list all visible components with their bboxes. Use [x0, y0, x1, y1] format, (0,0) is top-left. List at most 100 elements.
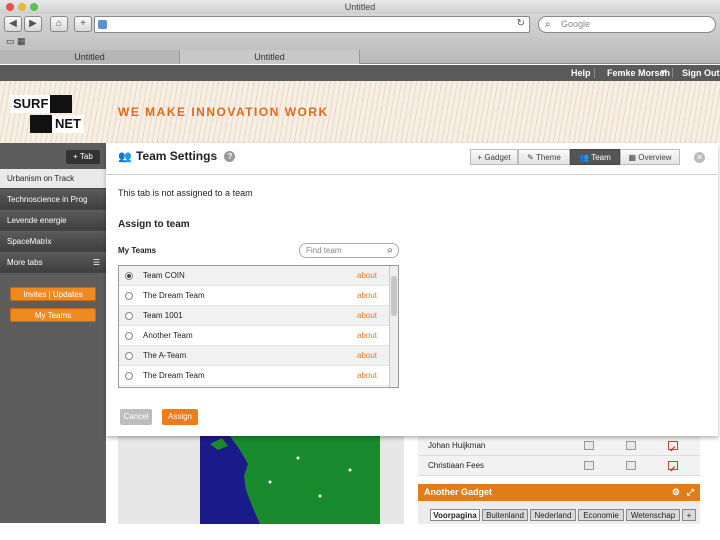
logo-text-bottom: NET [52, 115, 84, 133]
reading-list-icon[interactable]: ▭ ▦ [6, 36, 26, 47]
gadget-tab-buitenland[interactable]: Buitenland [482, 509, 528, 521]
team-name: Team COIN [143, 271, 185, 280]
checkbox[interactable] [584, 461, 594, 470]
browser-tab-1[interactable]: Untitled [0, 50, 180, 64]
radio-button[interactable] [125, 372, 133, 380]
close-icon[interactable]: ✕ [694, 152, 705, 163]
scrollbar-thumb[interactable] [391, 276, 397, 316]
browser-toolbar: ◀ ▶ ⌂ + ↻ ⌕ Google ▭ ▦ Untitled Untitled [0, 14, 720, 64]
help-icon[interactable]: ? [224, 151, 236, 163]
list-item[interactable]: Another Team about [119, 326, 389, 346]
header-banner: SURF NET WE MAKE INNOVATION WORK [0, 81, 720, 143]
sidebar-item-urbanism[interactable]: Urbanism on Track [0, 169, 106, 189]
brush-icon: ✎ [527, 153, 536, 162]
tab-add-gadget[interactable]: + Gadget [470, 149, 518, 165]
list-item[interactable]: Team COIN about [119, 266, 389, 286]
unassigned-message: This tab is not assigned to a team [118, 188, 253, 198]
zoom-window-icon[interactable] [30, 3, 38, 11]
map-gadget [118, 436, 404, 524]
minimize-window-icon[interactable] [18, 3, 26, 11]
team-name: The Dream Team [143, 291, 205, 300]
add-tab-button[interactable]: + Tab [66, 150, 100, 164]
nav-divider [672, 68, 673, 78]
sidebar-item-spacematrix[interactable]: SpaceMatrix [0, 232, 106, 252]
about-link[interactable]: about [357, 366, 377, 386]
radio-button[interactable] [125, 312, 133, 320]
tab-overview-label: Overview [638, 153, 672, 162]
tab-overview[interactable]: ▦ Overview [620, 149, 680, 165]
home-button[interactable]: ⌂ [50, 16, 68, 32]
another-gadget: Another Gadget ⚙ ⤢ Voorpagina Buitenland… [418, 484, 700, 524]
gadget-tab-economie[interactable]: Economie [578, 509, 624, 521]
sidebar-item-technoscience[interactable]: Technoscience in Prog [0, 190, 106, 210]
list-item[interactable]: The Dream Team about [119, 286, 389, 306]
close-window-icon[interactable] [6, 3, 14, 11]
gadget-add-tab-button[interactable]: + [682, 509, 696, 521]
team-list[interactable]: Team COIN about The Dream Team about Team 10… [118, 265, 399, 388]
list-item[interactable]: The Dream Team about [119, 366, 389, 386]
sidebar-item-more-tabs[interactable]: More tabs ☰ [0, 253, 106, 273]
radio-button[interactable] [125, 352, 133, 360]
gadget-tab-voorpagina[interactable]: Voorpagina [430, 509, 480, 521]
surfnet-logo[interactable]: SURF NET [10, 89, 102, 137]
gadget-tab-nederland[interactable]: Nederland [530, 509, 576, 521]
dialog-title-text: Team Settings [136, 149, 218, 163]
expand-icon[interactable]: ⤢ [687, 484, 694, 501]
tagline: WE MAKE INNOVATION WORK [118, 105, 329, 119]
sign-out-link[interactable]: Sign Out [682, 65, 720, 81]
tab-theme[interactable]: ✎ Theme [518, 149, 570, 165]
tab-team[interactable]: 👥 Team [570, 149, 620, 165]
address-bar[interactable]: ↻ [94, 16, 530, 33]
assign-heading: Assign to team [118, 219, 190, 230]
team-settings-dialog: 👥 Team Settings ? + Gadget ✎ Theme 👥 Tea… [106, 143, 718, 436]
about-link[interactable]: about [357, 346, 377, 366]
people-list: Johan Huijkman Christiaan Fees [418, 436, 700, 479]
gadget-header: Another Gadget ⚙ ⤢ [418, 484, 700, 501]
team-name: The Dream Team [143, 371, 205, 380]
about-link[interactable]: about [357, 306, 377, 326]
list-scrollbar[interactable] [389, 266, 398, 387]
tab-label: Untitled [254, 52, 285, 62]
chevron-down-icon[interactable]: ▼ [659, 65, 667, 81]
map-graphic [200, 436, 380, 524]
my-teams-button[interactable]: My Teams [10, 308, 96, 322]
find-team-input[interactable]: Find team ⌕ [299, 243, 399, 258]
tab-theme-label: Theme [535, 153, 561, 162]
radio-button[interactable] [125, 292, 133, 300]
radio-button[interactable] [125, 332, 133, 340]
table-row: Christiaan Fees [418, 456, 700, 479]
about-link[interactable]: about [357, 266, 377, 286]
gadget-tab-wetenschap[interactable]: Wetenschap [626, 509, 680, 521]
checkbox[interactable] [626, 441, 636, 450]
list-item[interactable]: Team 1001 about [119, 306, 389, 326]
radio-button[interactable] [125, 272, 133, 280]
grid-icon: ▦ [628, 153, 639, 162]
invites-updates-button[interactable]: Invites | Updates [10, 287, 96, 301]
nav-divider [594, 68, 595, 78]
checkbox[interactable] [626, 461, 636, 470]
sidebar-item-levende-energie[interactable]: Levende energie [0, 211, 106, 231]
new-tab-button[interactable]: + [74, 16, 92, 32]
reload-icon[interactable]: ↻ [517, 18, 525, 29]
about-link[interactable]: about [357, 286, 377, 306]
team-name: Team 1001 [143, 311, 183, 320]
search-field[interactable]: ⌕ Google [538, 16, 716, 33]
browser-tab-2[interactable]: Untitled [180, 50, 360, 64]
gear-icon[interactable]: ⚙ [672, 484, 680, 501]
left-sidebar: + Tab Urbanism on Track Technoscience in… [0, 143, 106, 523]
checkbox-checked[interactable] [668, 459, 678, 479]
top-navigation: Help Femke Morsch ▼ Sign Out [0, 65, 720, 81]
search-icon: ⌕ [545, 19, 551, 30]
back-button[interactable]: ◀ [4, 16, 22, 32]
list-item[interactable]: The A-Team about [119, 346, 389, 366]
assign-button[interactable]: Assign [162, 409, 198, 425]
checkbox-checked[interactable] [668, 439, 678, 459]
search-icon: ⌕ [387, 245, 393, 256]
help-link[interactable]: Help [571, 65, 591, 81]
about-link[interactable]: about [357, 326, 377, 346]
forward-button[interactable]: ▶ [24, 16, 42, 32]
netherlands-map[interactable] [200, 436, 380, 524]
checkbox[interactable] [584, 441, 594, 450]
team-name: Another Team [143, 331, 193, 340]
cancel-button[interactable]: Cancel [120, 409, 152, 425]
